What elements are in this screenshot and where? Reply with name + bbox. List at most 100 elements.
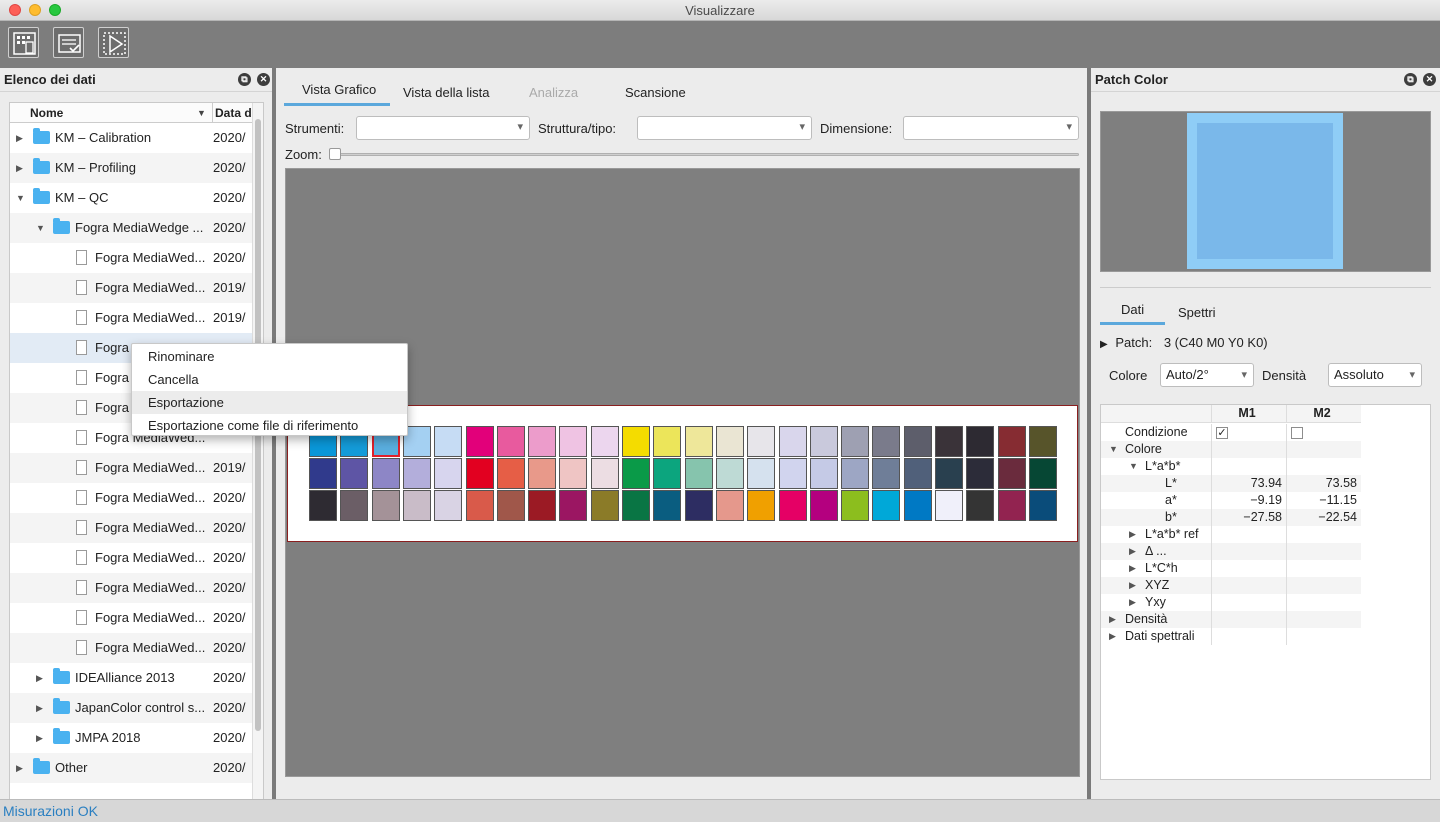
menu-item-rename[interactable]: Rinominare bbox=[132, 345, 407, 368]
color-patch[interactable] bbox=[841, 426, 870, 457]
tree-vertical-scrollbar[interactable] bbox=[252, 103, 263, 822]
color-patch[interactable] bbox=[997, 426, 1026, 457]
tab-vista-grafico[interactable]: Vista Grafico bbox=[302, 82, 376, 97]
dimension-select[interactable] bbox=[903, 116, 1079, 140]
tree-file-row[interactable]: Fogra MediaWed... 2020/ bbox=[10, 633, 263, 663]
color-patch[interactable] bbox=[872, 458, 901, 489]
disclosure-expanded-icon[interactable]: ▼ bbox=[36, 213, 45, 243]
tree-file-row[interactable]: Fogra MediaWed... 2020/ bbox=[10, 603, 263, 633]
color-patch[interactable] bbox=[778, 458, 807, 489]
color-patch[interactable] bbox=[465, 490, 494, 521]
restore-panel-icon[interactable]: ⧉ bbox=[238, 73, 251, 86]
color-patch[interactable] bbox=[684, 458, 713, 489]
disclosure-collapsed-icon[interactable]: ▶ bbox=[36, 723, 43, 753]
color-patch[interactable] bbox=[622, 426, 650, 457]
maximize-window-button[interactable] bbox=[49, 4, 61, 16]
tree-file-row[interactable]: Fogra MediaWed... 2019/ bbox=[10, 303, 263, 333]
densita-select[interactable]: Assoluto bbox=[1328, 363, 1422, 387]
checkbox-m2[interactable] bbox=[1291, 427, 1303, 439]
color-patch[interactable] bbox=[496, 426, 525, 457]
instruments-select[interactable] bbox=[356, 116, 530, 140]
table-row[interactable]: a* −9.19 −11.15 bbox=[1101, 492, 1361, 509]
color-patch[interactable] bbox=[559, 458, 588, 489]
checkbox-m1[interactable]: ✓ bbox=[1216, 427, 1228, 439]
column-header-m2[interactable]: M2 bbox=[1286, 405, 1361, 422]
tree-file-row[interactable]: Fogra MediaWed... 2019/ bbox=[10, 453, 263, 483]
tree-file-row[interactable]: Fogra MediaWed... 2020/ bbox=[10, 573, 263, 603]
zoom-slider-thumb[interactable] bbox=[329, 148, 341, 160]
table-row[interactable]: ▼ Colore bbox=[1101, 441, 1361, 458]
color-patch[interactable] bbox=[371, 458, 400, 489]
tree-folder-row[interactable]: ▼ KM – QC 2020/ bbox=[10, 183, 263, 213]
color-patch[interactable] bbox=[559, 426, 588, 457]
disclosure-collapsed-icon[interactable]: ▶ bbox=[1129, 594, 1136, 611]
color-patch[interactable] bbox=[809, 426, 838, 457]
disclosure-collapsed-icon[interactable]: ▶ bbox=[36, 663, 43, 693]
disclosure-collapsed-icon[interactable]: ▶ bbox=[1129, 560, 1136, 577]
color-patch[interactable] bbox=[559, 490, 588, 521]
color-patch[interactable] bbox=[653, 426, 682, 457]
tree-folder-row[interactable]: ▶ JapanColor control s... 2020/ bbox=[10, 693, 263, 723]
disclosure-expanded-icon[interactable]: ▼ bbox=[1129, 458, 1138, 475]
tree-folder-row[interactable]: ▶ JMPA 2018 2020/ bbox=[10, 723, 263, 753]
patch-info[interactable]: ▶ Patch: 3 (C40 M0 Y0 K0) bbox=[1100, 335, 1268, 350]
color-patch[interactable] bbox=[935, 458, 963, 489]
color-patch[interactable] bbox=[997, 458, 1026, 489]
table-row[interactable]: ▶ Δ ... bbox=[1101, 543, 1361, 560]
color-patch[interactable] bbox=[590, 426, 619, 457]
color-patch[interactable] bbox=[340, 458, 369, 489]
color-patch[interactable] bbox=[966, 490, 995, 521]
color-patch[interactable] bbox=[747, 458, 776, 489]
menu-item-export[interactable]: Esportazione bbox=[132, 391, 407, 414]
column-header-date[interactable]: Data d bbox=[212, 103, 252, 123]
disclosure-expanded-icon[interactable]: ▼ bbox=[16, 183, 25, 213]
instrument-button[interactable] bbox=[8, 27, 39, 58]
disclosure-expanded-icon[interactable]: ▼ bbox=[1109, 441, 1118, 458]
close-panel-icon[interactable]: ✕ bbox=[1423, 73, 1436, 86]
color-patch[interactable] bbox=[966, 458, 995, 489]
color-patch[interactable] bbox=[872, 426, 901, 457]
color-patch[interactable] bbox=[715, 426, 744, 457]
table-row[interactable]: ▶ XYZ bbox=[1101, 577, 1361, 594]
disclosure-collapsed-icon[interactable]: ▶ bbox=[16, 753, 23, 783]
color-patch[interactable] bbox=[653, 458, 682, 489]
table-row[interactable]: ▶ L*a*b* ref bbox=[1101, 526, 1361, 543]
color-patch[interactable] bbox=[903, 458, 932, 489]
color-patch[interactable] bbox=[309, 458, 337, 489]
color-patch[interactable] bbox=[402, 458, 431, 489]
color-patch[interactable] bbox=[935, 490, 963, 521]
menu-item-delete[interactable]: Cancella bbox=[132, 368, 407, 391]
color-patch[interactable] bbox=[715, 490, 744, 521]
disclosure-collapsed-icon[interactable]: ▶ bbox=[1129, 526, 1136, 543]
disclosure-collapsed-icon[interactable]: ▶ bbox=[1109, 611, 1116, 628]
color-patch[interactable] bbox=[903, 426, 932, 457]
tree-folder-row[interactable]: ▶ IDEAlliance 2013 2020/ bbox=[10, 663, 263, 693]
color-patch[interactable] bbox=[966, 426, 995, 457]
color-patch[interactable] bbox=[809, 458, 838, 489]
color-patch[interactable] bbox=[528, 426, 557, 457]
color-patch[interactable] bbox=[747, 490, 776, 521]
color-patch[interactable] bbox=[528, 458, 557, 489]
disclosure-collapsed-icon[interactable]: ▶ bbox=[1129, 543, 1136, 560]
table-row[interactable]: L* 73.94 73.58 bbox=[1101, 475, 1361, 492]
tab-scansione[interactable]: Scansione bbox=[625, 85, 686, 100]
disclosure-collapsed-icon[interactable]: ▶ bbox=[16, 153, 23, 183]
restore-panel-icon[interactable]: ⧉ bbox=[1404, 73, 1417, 86]
table-row[interactable]: ▼ L*a*b* bbox=[1101, 458, 1361, 475]
structure-select[interactable] bbox=[637, 116, 812, 140]
color-patch[interactable] bbox=[715, 458, 744, 489]
color-patch[interactable] bbox=[684, 490, 713, 521]
table-row[interactable]: ▶ Densità bbox=[1101, 611, 1361, 628]
color-patch[interactable] bbox=[590, 458, 619, 489]
table-row[interactable]: Condizione ✓ bbox=[1101, 424, 1361, 441]
color-patch[interactable] bbox=[903, 490, 932, 521]
tab-dati[interactable]: Dati bbox=[1121, 302, 1144, 317]
color-patch[interactable] bbox=[747, 426, 776, 457]
color-patch[interactable] bbox=[622, 490, 650, 521]
color-patch[interactable] bbox=[841, 458, 870, 489]
color-patch[interactable] bbox=[684, 426, 713, 457]
expand-triangle-icon[interactable]: ▶ bbox=[1100, 339, 1108, 350]
color-patch[interactable] bbox=[1028, 426, 1057, 457]
color-patch[interactable] bbox=[496, 458, 525, 489]
color-patch[interactable] bbox=[340, 490, 369, 521]
